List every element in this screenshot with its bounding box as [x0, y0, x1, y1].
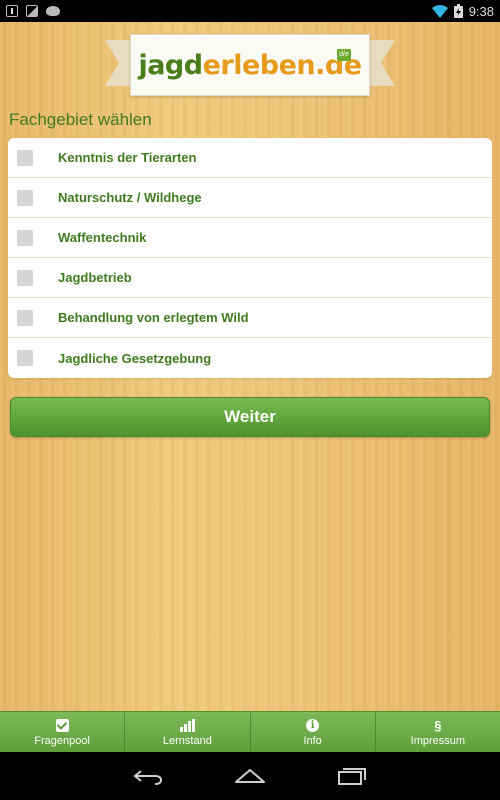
home-icon	[235, 769, 265, 783]
status-bar: 9:38	[0, 0, 500, 22]
topic-checkbox[interactable]	[17, 309, 33, 326]
system-icons: 9:38	[431, 3, 494, 19]
wifi-icon	[431, 4, 448, 18]
back-icon	[133, 770, 163, 785]
home-button[interactable]	[234, 765, 266, 787]
tab-label: Lernstand	[162, 734, 212, 747]
tab-fragenpool[interactable]: Fragenpool	[0, 712, 126, 752]
topic-checkbox[interactable]	[17, 269, 33, 286]
app-content: jagderleben.de d/e Fachgebiet wählen Ken…	[0, 22, 500, 752]
download-icon	[6, 5, 18, 17]
topic-list: Kenntnis der Tierarten Naturschutz / Wil…	[8, 138, 492, 378]
logo: jagderleben.de d/e	[130, 34, 370, 96]
tab-label: Info	[303, 734, 322, 747]
notification-icons	[6, 5, 60, 17]
topic-label: Waffentechnik	[58, 230, 147, 245]
logo-banner: jagderleben.de d/e	[105, 32, 395, 98]
topic-item[interactable]: Waffentechnik	[8, 218, 492, 258]
tab-lernstand[interactable]: Lernstand	[125, 712, 251, 752]
tab-label: Fragenpool	[34, 734, 90, 747]
recent-apps-button[interactable]	[336, 765, 368, 787]
topic-checkbox[interactable]	[17, 350, 33, 366]
tab-info[interactable]: i Info	[251, 712, 376, 752]
topic-label: Jagdbetrieb	[58, 270, 132, 285]
topic-checkbox[interactable]	[17, 149, 33, 166]
logo-part-jagd: jagd	[138, 49, 203, 81]
android-icon	[46, 6, 60, 16]
topic-label: Naturschutz / Wildhege	[58, 190, 202, 205]
topic-checkbox[interactable]	[17, 229, 33, 246]
topic-item[interactable]: Jagdliche Gesetzgebung	[8, 338, 492, 378]
image-icon	[26, 5, 38, 17]
paragraph-icon: §	[434, 718, 442, 733]
topic-label: Jagdliche Gesetzgebung	[58, 350, 212, 366]
topic-item[interactable]: Naturschutz / Wildhege	[8, 178, 492, 218]
recent-apps-icon	[338, 768, 366, 785]
logo-badge: d/e	[337, 49, 351, 61]
topic-item[interactable]: Kenntnis der Tierarten	[8, 138, 492, 178]
logo-text: jagderleben.de	[138, 49, 362, 81]
topic-label: Kenntnis der Tierarten	[58, 150, 197, 165]
topic-checkbox[interactable]	[17, 189, 33, 206]
continue-button[interactable]: Weiter	[10, 397, 490, 437]
section-title: Fachgebiet wählen	[9, 110, 152, 129]
system-navigation-bar	[0, 752, 500, 800]
tab-impressum[interactable]: § Impressum	[376, 712, 500, 752]
topic-item[interactable]: Jagdbetrieb	[8, 258, 492, 298]
battery-charging-icon	[453, 4, 463, 18]
checkbox-icon	[55, 719, 69, 732]
bar-chart-icon	[179, 719, 195, 732]
back-button[interactable]	[132, 765, 164, 787]
info-icon: i	[306, 719, 320, 732]
topic-item[interactable]: Behandlung von erlegtem Wild	[8, 298, 492, 338]
clock: 9:38	[468, 3, 494, 19]
tab-label: Impressum	[410, 734, 466, 747]
bottom-tab-bar: Fragenpool Lernstand i Info § Impressum	[0, 711, 500, 752]
topic-label: Behandlung von erlegtem Wild	[58, 310, 249, 325]
